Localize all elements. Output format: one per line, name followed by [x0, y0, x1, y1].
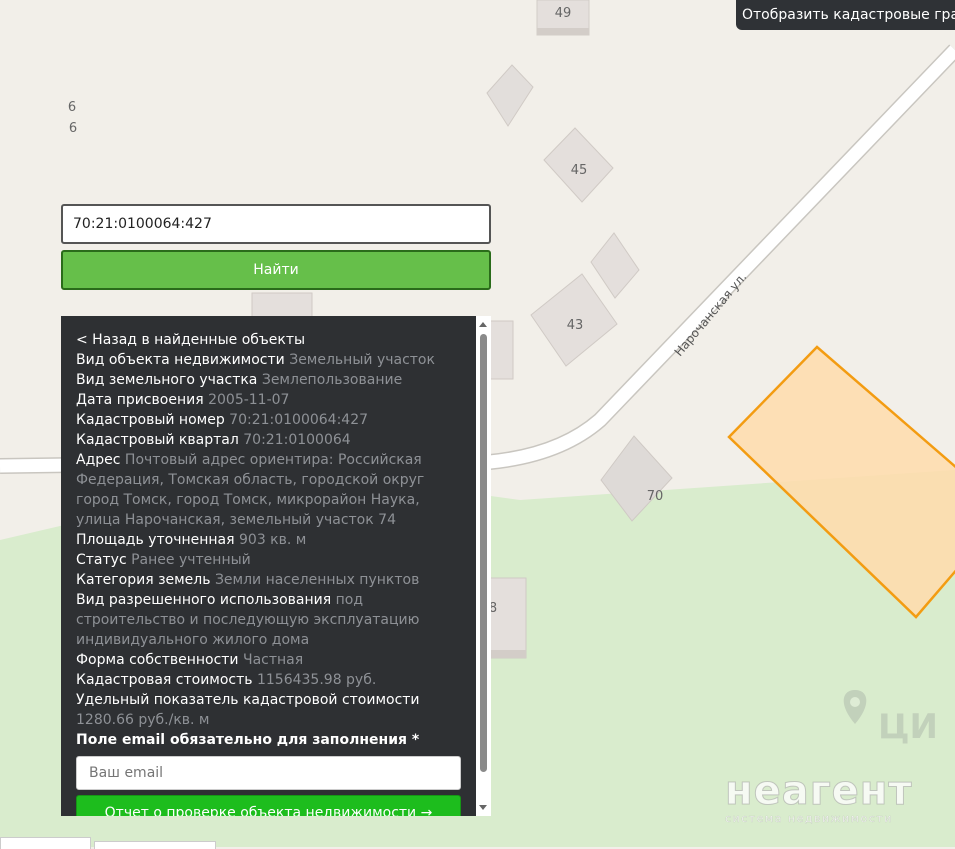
info-label: Вид земельного участка: [76, 372, 258, 388]
info-row-land-category: Категория земель Земли населенных пункто…: [76, 570, 461, 590]
bottom-tab-2[interactable]: [94, 841, 216, 849]
info-value: 1280.66 руб./кв. м: [76, 712, 210, 728]
info-value: Земли населенных пунктов: [214, 572, 420, 588]
email-input[interactable]: [76, 756, 461, 790]
info-value: Почтовый адрес ориентира: Российская Фед…: [76, 452, 425, 528]
scroll-up-arrow-icon[interactable]: [479, 322, 487, 327]
back-to-results-link[interactable]: < Назад в найденные объекты: [76, 330, 461, 350]
house-number-6-a: 6: [68, 100, 76, 115]
info-row-specific-value: Удельный показатель кадастровой стоимост…: [76, 690, 461, 730]
info-value: Ранее учтенный: [131, 552, 251, 568]
info-row-permitted-use: Вид разрешенного использования под строи…: [76, 590, 461, 650]
info-value: 70:21:0100064:427: [229, 412, 369, 428]
info-row-area: Площадь уточненная 903 кв. м: [76, 530, 461, 550]
building-8: [489, 577, 527, 659]
info-value: 903 кв. м: [239, 532, 307, 548]
info-value: 2005-11-07: [208, 392, 290, 408]
info-label: Площадь уточненная: [76, 532, 235, 548]
info-row-assignment-date: Дата присвоения 2005-11-07: [76, 390, 461, 410]
scroll-thumb[interactable]: [480, 334, 487, 772]
cian-logo-icon: ЦИ: [843, 690, 938, 747]
info-label: Вид разрешенного использования: [76, 592, 332, 608]
email-required-label: Поле email обязательно для заполнения *: [76, 732, 420, 748]
info-label: Кадастровый номер: [76, 412, 225, 428]
scroll-down-arrow-icon[interactable]: [479, 805, 487, 810]
info-row-object-type: Вид объекта недвижимости Земельный участ…: [76, 350, 461, 370]
info-row-status: Статус Ранее учтенный: [76, 550, 461, 570]
info-value: Землепользование: [261, 372, 403, 388]
building-d: [251, 292, 313, 319]
info-label: Удельный показатель кадастровой стоимост…: [76, 692, 420, 708]
info-value: Земельный участок: [289, 352, 435, 368]
info-label: Дата присвоения: [76, 392, 204, 408]
house-number-45: 45: [571, 163, 588, 178]
info-label: Вид объекта недвижимости: [76, 352, 285, 368]
info-row-cadastral-value: Кадастровая стоимость 1156435.98 руб.: [76, 670, 461, 690]
find-button[interactable]: Найти: [61, 250, 491, 290]
house-number-70: 70: [647, 489, 664, 504]
watermark-tagline: система недвижимости: [725, 812, 893, 825]
info-panel-scrollbar[interactable]: [476, 316, 491, 816]
info-label: Кадастровый квартал: [76, 432, 239, 448]
house-number-43: 43: [567, 318, 584, 333]
info-row-address: Адрес Почтовый адрес ориентира: Российск…: [76, 450, 461, 530]
info-row-ownership: Форма собственности Частная: [76, 650, 461, 670]
info-row-cadastral-quarter: Кадастровый квартал 70:21:0100064: [76, 430, 461, 450]
object-info-content: < Назад в найденные объекты Вид объекта …: [61, 316, 476, 816]
building-c: [489, 320, 514, 380]
info-label: Статус: [76, 552, 127, 568]
watermark-brand: неагент: [725, 768, 913, 814]
cadastral-search-input[interactable]: [61, 204, 491, 244]
info-value: 1156435.98 руб.: [256, 672, 377, 688]
show-cadastral-boundaries-label: Отобразить кадастровые границы: [742, 7, 955, 23]
bottom-tab-1[interactable]: [0, 837, 91, 849]
house-number-49: 49: [555, 6, 572, 21]
info-row-cadastral-number: Кадастровый номер 70:21:0100064:427: [76, 410, 461, 430]
info-value: 70:21:0100064: [243, 432, 351, 448]
info-label: Категория земель: [76, 572, 211, 588]
info-row-land-type: Вид земельного участка Землепользование: [76, 370, 461, 390]
watermark: неагент система недвижимости: [725, 768, 913, 826]
svg-text:ЦИ: ЦИ: [878, 707, 938, 747]
house-number-6-b: 6: [69, 121, 77, 136]
info-label: Форма собственности: [76, 652, 239, 668]
object-info-panel: < Назад в найденные объекты Вид объекта …: [61, 316, 476, 816]
property-report-button[interactable]: Отчет о проверке объекта недвижимости →: [76, 795, 461, 816]
info-label: Кадастровая стоимость: [76, 672, 253, 688]
info-label: Адрес: [76, 452, 121, 468]
info-value: Частная: [242, 652, 304, 668]
show-cadastral-boundaries-button[interactable]: Отобразить кадастровые границы: [736, 0, 955, 30]
